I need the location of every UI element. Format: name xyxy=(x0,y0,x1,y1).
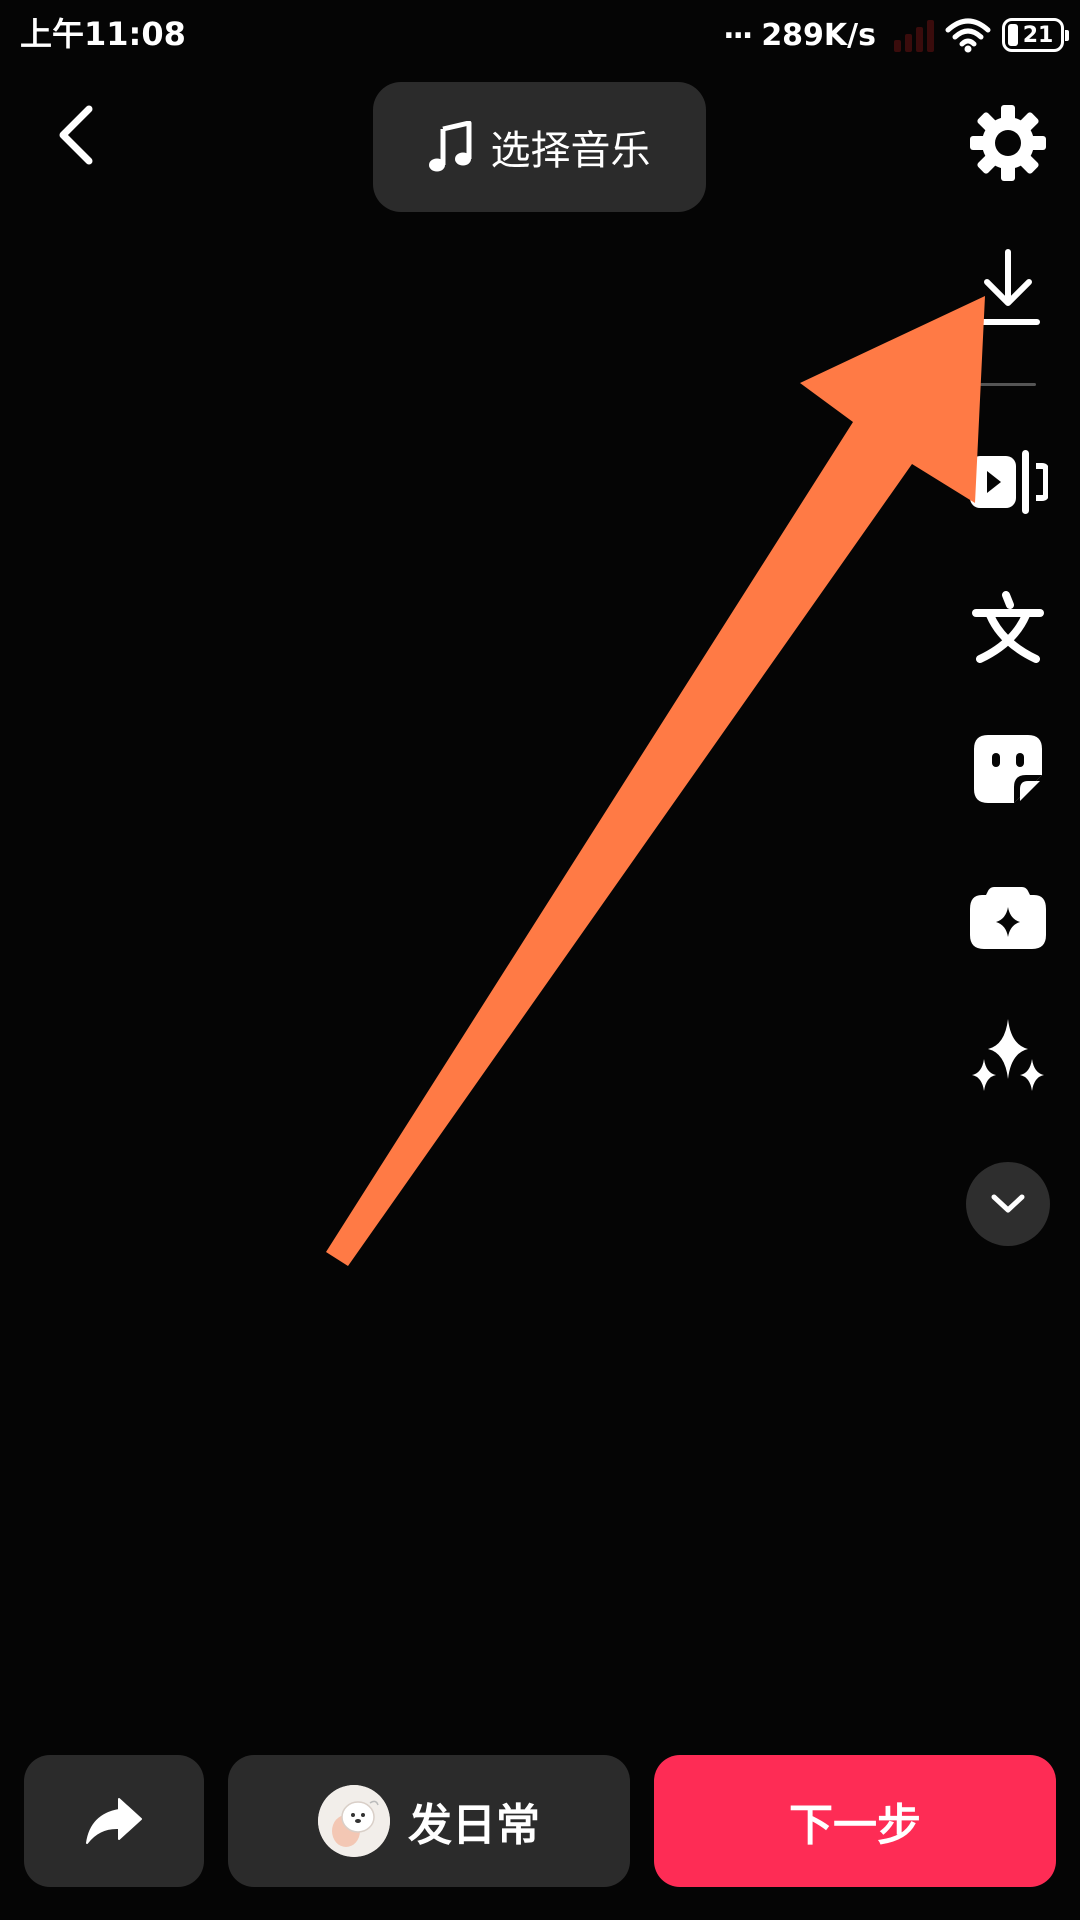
post-daily-label: 发日常 xyxy=(408,1800,540,1851)
bottom-action-bar: 发日常 下一步 xyxy=(0,1755,1080,1887)
next-step-button[interactable]: 下一步 xyxy=(654,1755,1056,1887)
share-button[interactable] xyxy=(24,1755,204,1887)
next-step-label: 下一步 xyxy=(789,1800,921,1851)
share-arrow-icon xyxy=(86,1798,142,1844)
annotation-arrow xyxy=(326,296,985,1266)
avatar xyxy=(318,1785,390,1857)
post-daily-button[interactable]: 发日常 xyxy=(228,1755,630,1887)
